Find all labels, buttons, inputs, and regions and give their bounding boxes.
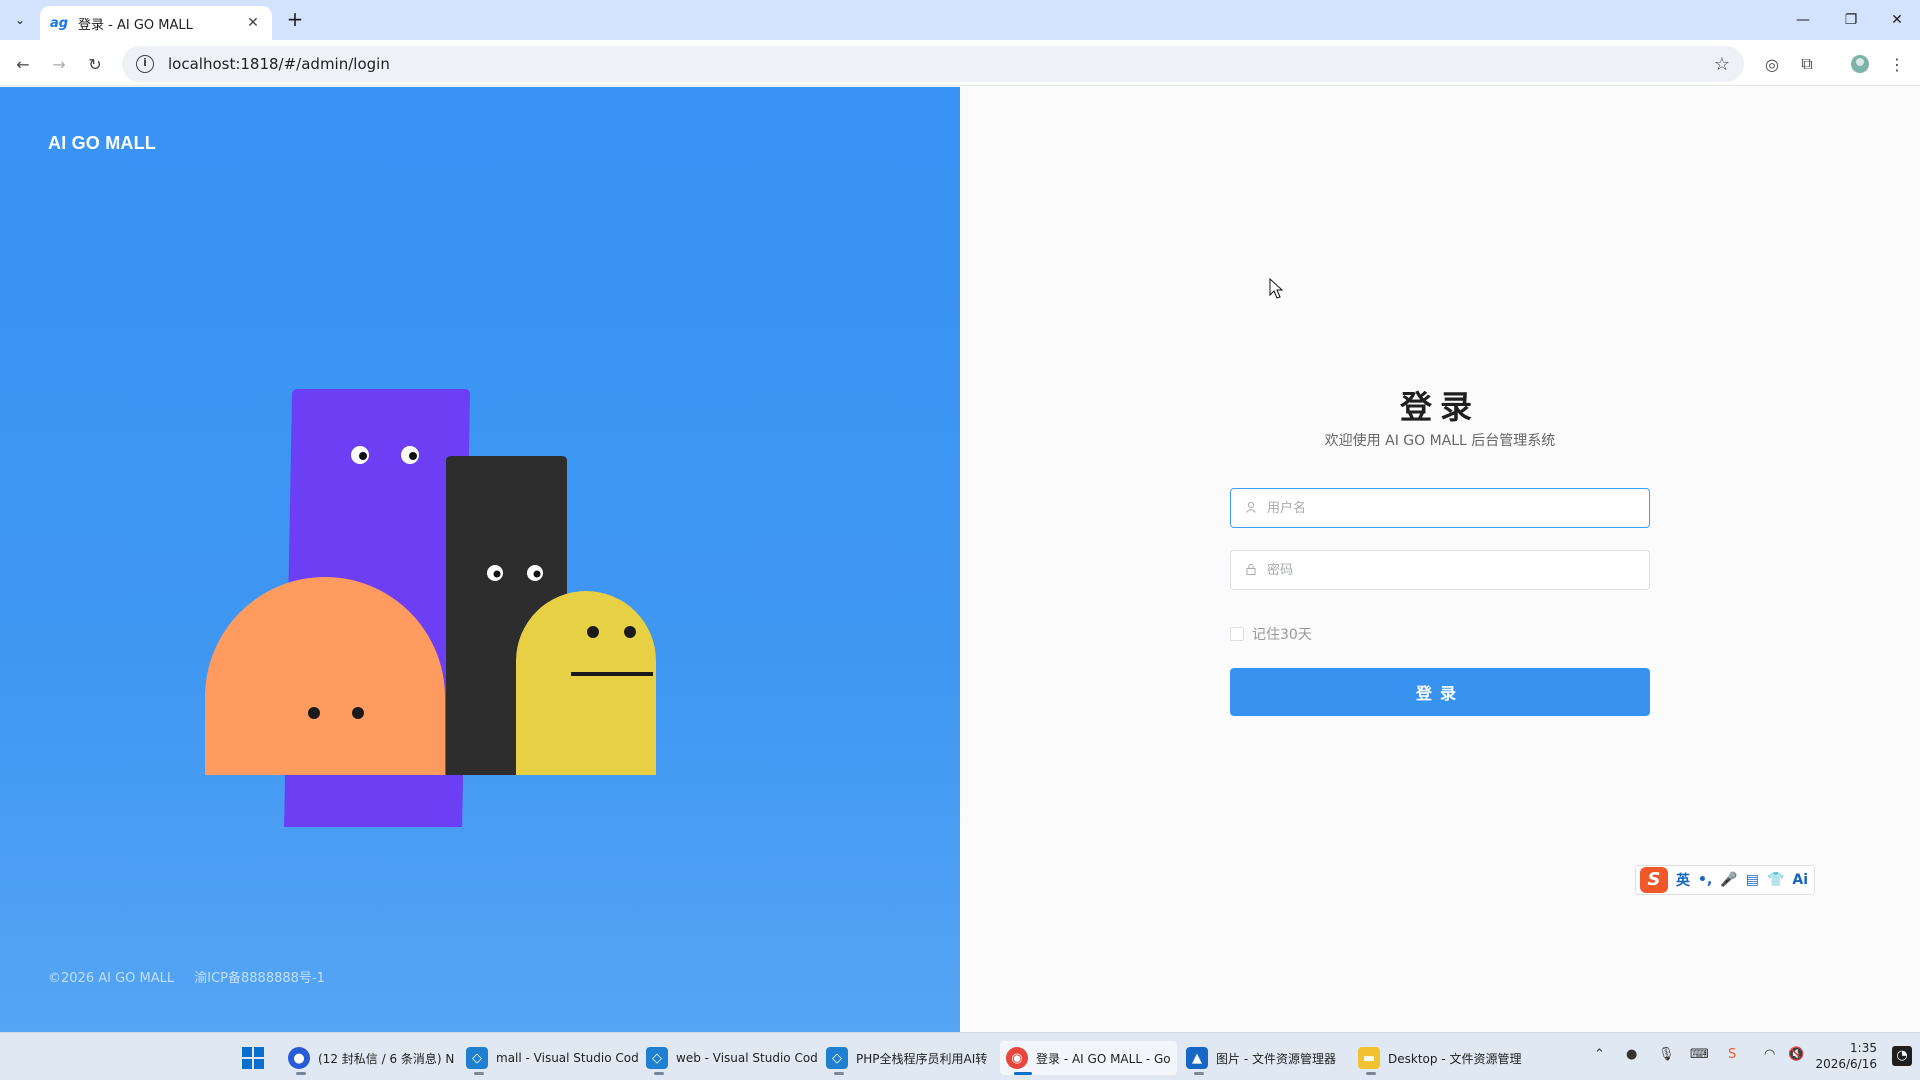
- taskbar-label: mall - Visual Studio Cod: [496, 1051, 639, 1065]
- taskbar-label: PHP全栈程序员利用AI转: [856, 1051, 988, 1066]
- new-tab-button[interactable]: +: [283, 8, 307, 32]
- tray-keyboard-icon[interactable]: ⌨: [1690, 1047, 1709, 1062]
- taskbar-label: 登录 - AI GO MALL - Go: [1036, 1051, 1171, 1066]
- browser-tab-bar: ⌄ ag 登录 - AI GO MALL ✕ + — ❐ ✕: [0, 0, 1920, 40]
- bookmark-star-icon[interactable]: ☆: [1714, 54, 1730, 75]
- tab-title: 登录 - AI GO MALL: [78, 17, 193, 33]
- profile-avatar-icon[interactable]: [1848, 52, 1872, 76]
- password-input[interactable]: [1267, 562, 1627, 578]
- lock-icon: [1245, 563, 1261, 578]
- browser-tab[interactable]: ag 登录 - AI GO MALL ✕: [40, 6, 272, 40]
- taskbar-item-desktop-folder[interactable]: ▬ Desktop - 文件资源管理: [1352, 1041, 1527, 1075]
- taskbar-item-vscode-php[interactable]: ◇ PHP全栈程序员利用AI转: [820, 1041, 993, 1075]
- footer-copyright: ©2026 AI GO MALL: [48, 971, 175, 986]
- browser-toolbar: ← → ↻ i localhost:1818/#/admin/login ☆ ◎…: [0, 40, 1920, 86]
- vscode-icon: ◇: [646, 1047, 668, 1069]
- brand-logo-text: AI GO MALL: [48, 133, 156, 153]
- taskbar-item-browser-notes[interactable]: ● (12 封私信 / 6 条消息) N: [282, 1041, 460, 1075]
- tab-favicon: ag: [50, 15, 69, 31]
- login-panel: 登录 欢迎使用 AI GO MALL 后台管理系统 记住30天 登录: [960, 87, 1920, 1032]
- user-icon: [1245, 501, 1261, 516]
- reload-icon[interactable]: ↻: [81, 50, 109, 78]
- login-page: AI GO MALL ©2026 AI GO MALL 渝ICP备8888888…: [0, 87, 1920, 1032]
- tab-close-icon[interactable]: ✕: [244, 15, 262, 31]
- yellow-character: [516, 591, 656, 775]
- remember-checkbox[interactable]: [1230, 627, 1244, 641]
- brand-panel: AI GO MALL ©2026 AI GO MALL 渝ICP备8888888…: [0, 87, 960, 1032]
- login-button[interactable]: 登录: [1230, 668, 1650, 716]
- ime-punct-icon[interactable]: •,: [1698, 872, 1712, 888]
- taskbar-indicator: [1194, 1072, 1204, 1075]
- tab-search-dropdown-icon[interactable]: ⌄: [8, 8, 32, 32]
- password-field[interactable]: [1230, 550, 1650, 590]
- taskbar-indicator: [474, 1072, 484, 1075]
- minimize-icon[interactable]: —: [1780, 0, 1826, 40]
- login-subtitle: 欢迎使用 AI GO MALL 后台管理系统: [1324, 433, 1556, 449]
- sogou-ime-logo-icon[interactable]: S: [1640, 867, 1668, 893]
- taskbar-indicator: [296, 1072, 306, 1075]
- remember-me[interactable]: 记住30天: [1230, 624, 1312, 644]
- taskbar-item-chrome[interactable]: ◉ 登录 - AI GO MALL - Go: [1000, 1041, 1177, 1075]
- browser-menu-icon[interactable]: ⋮: [1885, 52, 1909, 76]
- tray-wifi-icon[interactable]: ◠: [1764, 1047, 1775, 1062]
- tray-microphone-icon[interactable]: 🎙: [1658, 1047, 1675, 1062]
- taskbar-item-vscode-mall[interactable]: ◇ mall - Visual Studio Cod: [460, 1041, 645, 1075]
- back-icon[interactable]: ←: [9, 50, 37, 78]
- username-field[interactable]: [1230, 488, 1650, 528]
- address-bar[interactable]: i localhost:1818/#/admin/login ☆: [122, 46, 1744, 82]
- ime-ai-button[interactable]: Ai: [1792, 872, 1808, 888]
- site-info-icon[interactable]: i: [136, 55, 154, 73]
- taskbar-indicator: [654, 1072, 664, 1075]
- vscode-icon: ◇: [826, 1047, 848, 1069]
- taskbar-label: web - Visual Studio Cod: [676, 1051, 818, 1065]
- tray-qq-icon[interactable]: ●: [1626, 1047, 1637, 1062]
- folder-icon: ▬: [1358, 1047, 1380, 1069]
- username-input[interactable]: [1267, 500, 1627, 516]
- mouse-cursor-icon: [1269, 278, 1283, 299]
- taskbar-label: Desktop - 文件资源管理: [1388, 1051, 1522, 1066]
- ime-keyboard-icon[interactable]: ▤: [1746, 872, 1759, 888]
- ime-lang-toggle[interactable]: 英: [1676, 870, 1690, 890]
- footer-note: ©2026 AI GO MALL 渝ICP备8888888号-1: [48, 967, 341, 986]
- restore-icon[interactable]: ❐: [1828, 0, 1874, 40]
- extension-sync-icon[interactable]: ◎: [1760, 52, 1784, 76]
- taskbar-clock[interactable]: 1:35 2026/6/16: [1815, 1040, 1877, 1072]
- ime-toolbar[interactable]: S 英 •, 🎤 ▤ 👕 Ai: [1635, 865, 1815, 895]
- taskbar-label: (12 封私信 / 6 条消息) N: [318, 1051, 455, 1066]
- taskbar-item-vscode-web[interactable]: ◇ web - Visual Studio Cod: [640, 1041, 824, 1075]
- windows-start-icon[interactable]: [242, 1047, 264, 1069]
- tray-overflow-chevron-icon[interactable]: ⌃: [1594, 1047, 1605, 1062]
- ime-voice-icon[interactable]: 🎤: [1720, 872, 1737, 888]
- taskbar-indicator: [1014, 1072, 1032, 1075]
- clock-time: 1:35: [1850, 1041, 1877, 1055]
- clock-date: 2026/6/16: [1815, 1057, 1877, 1071]
- taskbar-indicator: [1366, 1072, 1376, 1075]
- screen: ⌄ ag 登录 - AI GO MALL ✕ + — ❐ ✕ ← → ↻ i l…: [0, 0, 1920, 1080]
- ime-skin-icon[interactable]: 👕: [1767, 872, 1784, 888]
- taskbar-label: 图片 - 文件资源管理器: [1216, 1051, 1336, 1066]
- taskbar-indicator: [834, 1072, 844, 1075]
- circle-app-icon: ●: [288, 1047, 310, 1069]
- chrome-icon: ◉: [1006, 1047, 1028, 1069]
- windows-taskbar: ● (12 封私信 / 6 条消息) N ◇ mall - Visual Stu…: [0, 1032, 1920, 1080]
- extensions-puzzle-icon[interactable]: ⧉: [1795, 52, 1819, 76]
- forward-icon[interactable]: →: [45, 50, 73, 78]
- tray-volume-muted-icon[interactable]: 🔇: [1788, 1047, 1804, 1062]
- close-window-icon[interactable]: ✕: [1874, 0, 1920, 40]
- vscode-icon: ◇: [466, 1047, 488, 1069]
- login-title: 登录: [1399, 388, 1480, 426]
- remember-label[interactable]: 记住30天: [1252, 624, 1312, 644]
- taskbar-item-photos[interactable]: ▲ 图片 - 文件资源管理器: [1180, 1041, 1342, 1075]
- footer-icp-link[interactable]: 渝ICP备8888888号-1: [194, 971, 325, 986]
- tray-sogou-icon[interactable]: S: [1728, 1047, 1736, 1062]
- photos-icon: ▲: [1186, 1047, 1208, 1069]
- characters-illustration: [205, 389, 656, 827]
- tray-notification-icon[interactable]: ◔: [1892, 1046, 1912, 1066]
- address-url[interactable]: localhost:1818/#/admin/login: [168, 55, 390, 73]
